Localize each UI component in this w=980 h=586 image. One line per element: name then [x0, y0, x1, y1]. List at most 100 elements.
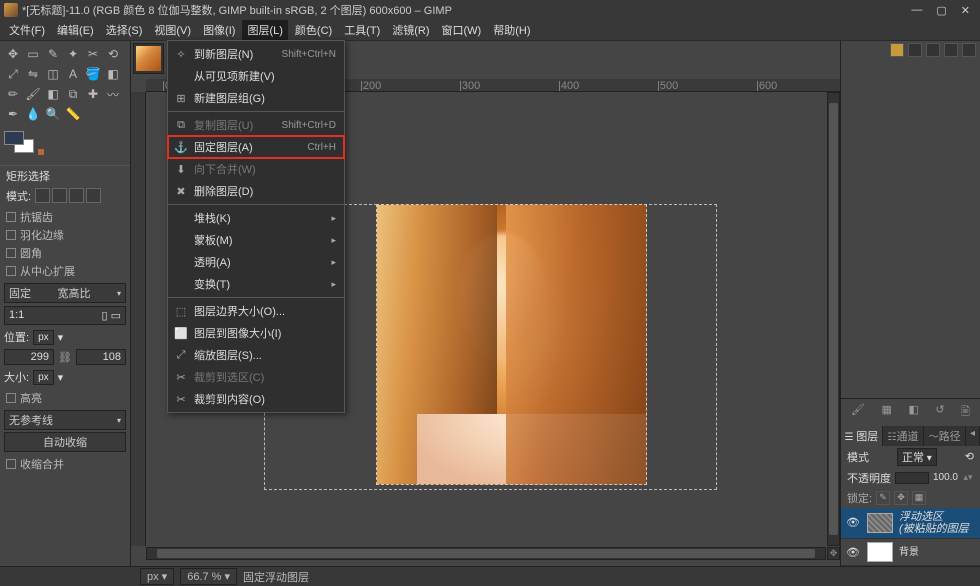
guides-combo[interactable]: 无参考线▾ [4, 410, 126, 430]
gradient-tool[interactable]: ◧ [104, 65, 122, 83]
menu-image[interactable]: 图像(I) [198, 20, 240, 40]
menu-transform[interactable]: 变换(T)▸ [168, 273, 344, 295]
image-tab-1[interactable] [133, 43, 164, 74]
menu-boundary-size[interactable]: ⬚图层边界大小(O)... [168, 300, 344, 322]
mode-intersect[interactable] [86, 188, 101, 203]
menu-help[interactable]: 帮助(H) [488, 20, 535, 40]
lock-position[interactable]: ✥ [894, 491, 908, 505]
autoshrink-button[interactable]: 自动收缩 [4, 432, 126, 452]
ratio-orientation[interactable]: ▯ ▭ [101, 309, 121, 322]
maximize-button[interactable]: ▢ [936, 4, 946, 17]
status-zoom[interactable]: 66.7 % ▾ [180, 568, 237, 585]
vertical-scrollbar[interactable] [827, 92, 840, 546]
path-tool[interactable]: ✒ [4, 105, 22, 123]
document-icon[interactable]: 🖹 [961, 403, 970, 422]
text-tool[interactable]: A [64, 65, 82, 83]
menu-delete-layer[interactable]: ✖删除图层(D) [168, 180, 344, 202]
mode-add[interactable] [52, 188, 67, 203]
rect-select-tool[interactable]: ▭ [24, 45, 42, 63]
horizontal-scrollbar[interactable] [146, 547, 826, 560]
highlight-check[interactable] [6, 393, 16, 403]
menu-new-layer[interactable]: ✧到新图层(N)Shift+Ctrl+N [168, 43, 344, 65]
pasted-image[interactable] [376, 204, 647, 485]
rounded-check[interactable] [6, 248, 16, 258]
pos-x-field[interactable]: 299 [4, 349, 54, 365]
menu-scale-layer[interactable]: ⤢缩放图层(S)... [168, 344, 344, 366]
opacity-spin[interactable]: ▴▾ [962, 472, 974, 483]
eraser-tool[interactable]: ◧ [44, 85, 62, 103]
lock-pixels[interactable]: ✎ [876, 491, 890, 505]
lock-alpha[interactable]: ▦ [912, 491, 926, 505]
channels-tab[interactable]: ☷通道 [883, 426, 925, 446]
feather-check[interactable] [6, 230, 16, 240]
dock-tab-5[interactable] [962, 43, 976, 57]
mode-reset-icon[interactable]: ⟲ [965, 450, 974, 463]
clone-tool[interactable]: ⧉ [64, 85, 82, 103]
mode-subtract[interactable] [69, 188, 84, 203]
foreground-color[interactable] [4, 131, 24, 145]
scale-tool[interactable]: ⤢ [4, 65, 22, 83]
dock-tab-4[interactable] [944, 43, 958, 57]
perspective-tool[interactable]: ◫ [44, 65, 62, 83]
menu-tools[interactable]: 工具(T) [339, 20, 385, 40]
dock-tab-2[interactable] [908, 43, 922, 57]
move-tool[interactable]: ✥ [4, 45, 22, 63]
antialias-check[interactable] [6, 212, 16, 222]
menu-mask[interactable]: 蒙板(M)▸ [168, 229, 344, 251]
bucket-tool[interactable]: 🪣 [84, 65, 102, 83]
menu-filters[interactable]: 滤镜(R) [387, 20, 434, 40]
smudge-tool[interactable]: 〰 [104, 85, 122, 103]
measure-tool[interactable]: 📏 [64, 105, 82, 123]
menu-layer-to-image[interactable]: ⬜图层到图像大小(I) [168, 322, 344, 344]
mode-replace[interactable] [35, 188, 50, 203]
heal-tool[interactable]: ✚ [84, 85, 102, 103]
fixed-combo[interactable]: 固定 宽高比▾ [4, 283, 126, 303]
paths-tab[interactable]: 〜路径 [924, 426, 966, 446]
dock-tab-1[interactable] [890, 43, 904, 57]
position-unit[interactable]: px [33, 330, 54, 345]
layer-background[interactable]: 👁 背景 [841, 539, 980, 566]
visibility-toggle[interactable]: 👁 [845, 516, 861, 529]
link-icon[interactable]: ⛓ [58, 351, 72, 364]
pos-y-field[interactable]: 108 [76, 349, 126, 365]
gradient-editor-icon[interactable]: ◧ [908, 403, 918, 422]
status-unit[interactable]: px ▾ [140, 568, 174, 585]
dock-tab-3[interactable] [926, 43, 940, 57]
layers-tab[interactable]: ☰ 图层 [841, 426, 883, 446]
free-select-tool[interactable]: ✎ [44, 45, 62, 63]
nav-preview-button[interactable]: ✥ [827, 547, 840, 560]
size-unit[interactable]: px [33, 370, 54, 385]
pattern-editor-icon[interactable]: ▦ [882, 403, 892, 422]
minimize-button[interactable]: — [911, 4, 922, 17]
crop-tool[interactable]: ✂ [84, 45, 102, 63]
menu-stack[interactable]: 堆栈(K)▸ [168, 207, 344, 229]
brush-tool[interactable]: 🖌 [24, 85, 42, 103]
fuzzy-select-tool[interactable]: ✦ [64, 45, 82, 63]
ratio-field[interactable]: 1:1 ▯ ▭ [4, 306, 126, 325]
opacity-slider[interactable] [895, 472, 929, 484]
menu-file[interactable]: 文件(F) [4, 20, 50, 40]
history-icon[interactable]: ↺ [935, 403, 944, 422]
menu-layer[interactable]: 图层(L) [242, 20, 287, 40]
ruler-vertical[interactable] [131, 92, 146, 546]
layers-menu-button[interactable]: ◂ [966, 426, 980, 446]
expand-check[interactable] [6, 266, 16, 276]
color-swatch[interactable] [0, 127, 130, 163]
menu-view[interactable]: 视图(V) [149, 20, 196, 40]
zoom-tool[interactable]: 🔍 [44, 105, 62, 123]
pencil-tool[interactable]: ✏ [4, 85, 22, 103]
rotate-tool[interactable]: ⟲ [104, 45, 122, 63]
menu-from-visible[interactable]: 从可见项新建(V) [168, 65, 344, 87]
menu-color[interactable]: 颜色(C) [290, 20, 337, 40]
menu-windows[interactable]: 窗口(W) [437, 20, 487, 40]
menu-edit[interactable]: 编辑(E) [52, 20, 99, 40]
menu-new-group[interactable]: ⊞新建图层组(G) [168, 87, 344, 109]
menu-select[interactable]: 选择(S) [101, 20, 148, 40]
shrink-merge-check[interactable] [6, 459, 16, 469]
menu-crop-content[interactable]: ✂裁剪到内容(O) [168, 388, 344, 410]
layer-floating-selection[interactable]: 👁 浮动选区(被粘贴的图层 [841, 508, 980, 539]
menu-transparency[interactable]: 透明(A)▸ [168, 251, 344, 273]
close-button[interactable]: ✕ [961, 4, 970, 17]
flip-tool[interactable]: ⇋ [24, 65, 42, 83]
brush-editor-icon[interactable]: 🖌 [851, 403, 865, 422]
